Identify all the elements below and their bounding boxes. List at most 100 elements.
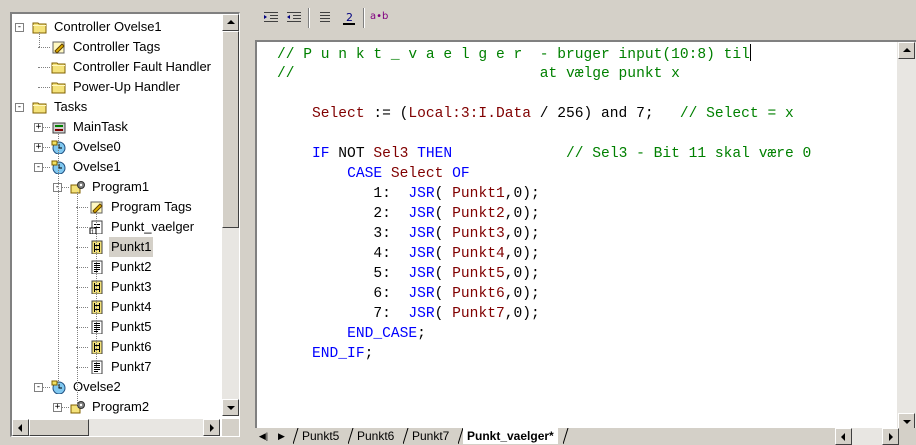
tree-connector [58,132,59,387]
code-text: ( [434,266,453,282]
code-comment: // at vælge punkt x [277,66,680,82]
expand-icon[interactable]: + [34,143,43,152]
code-comment: // P u n k t _ v a e l g e r - bruger in… [277,47,750,63]
code-keyword: IF [312,146,330,162]
arrow-left-icon [841,433,845,441]
collapse-icon[interactable]: - [15,103,24,112]
code-keyword: JSR [408,266,435,282]
tab-punkt5[interactable]: Punkt5 [298,428,343,444]
text-caret [749,44,751,61]
comment-icon [320,12,330,22]
tree-item-label: Controller Fault Handler [73,59,212,74]
code-keyword: OF [452,166,470,182]
tree-vertical-scroll-thumb[interactable] [222,31,239,228]
scroll-right-button[interactable] [203,419,220,436]
tree-connector [96,212,97,367]
code-line[interactable]: 4: JSR( Punkt4,0); [277,244,539,264]
scroll-up-button[interactable] [222,14,239,31]
collapse-icon[interactable]: - [15,23,24,32]
tab-punkt7[interactable]: Punkt7 [408,428,453,444]
code-text: ,0); [504,226,540,242]
scroll-left-button[interactable] [12,419,29,436]
code-area[interactable]: // P u n k t _ v a e l g e r - bruger in… [257,42,897,430]
tree-item-label: Punkt3 [111,279,152,294]
collapse-icon[interactable]: - [34,163,43,172]
tree-item-label: Punkt5 [111,319,152,334]
code-line[interactable]: END_CASE; [277,324,426,344]
horizontal-scroll-track[interactable] [852,428,882,445]
code-line[interactable]: 3: JSR( Punkt3,0); [277,224,540,244]
tree-item-label: Punkt7 [111,359,152,374]
code-text: ,0); [504,286,540,302]
indent-button[interactable] [261,8,281,28]
code-keyword: JSR [408,286,435,302]
expand-icon[interactable]: + [53,403,62,412]
routine-tabs: Punkt5 Punkt6 Punkt7 Punkt_vaelger* [293,428,833,445]
tab-first-button[interactable]: ◀| [257,428,270,445]
ladder-routine-icon [91,300,103,314]
folder-icon [32,22,47,34]
tree-horizontal-scrollbar[interactable] [12,419,220,436]
scroll-up-button[interactable] [898,42,915,59]
code-line[interactable]: 2: JSR( Punkt2,0); [277,204,539,224]
program-icon [70,181,85,194]
outdent-button[interactable] [284,8,304,28]
editor-horizontal-scrollbar[interactable] [835,428,916,445]
code-line[interactable]: 6: JSR( Punkt6,0); [277,284,540,304]
code-text: ; [364,346,374,362]
code-text: ( [434,206,453,222]
code-line[interactable]: CASE Select OF [277,164,470,184]
code-line[interactable]: 5: JSR( Punkt5,0); [277,264,539,284]
code-text: / 256) and 7; [530,106,680,122]
scrollbar-corner [222,419,239,436]
tab-next-button[interactable]: ▶ [275,428,288,445]
ab-button[interactable]: a•b [369,8,391,28]
collapse-icon[interactable]: - [34,383,43,392]
code-keyword: JSR [408,306,435,322]
scroll-down-button[interactable] [222,399,239,416]
code-text: ( [434,226,453,242]
code-line[interactable]: END_IF; [277,344,373,364]
tree-item-label: Controller Tags [73,39,161,54]
code-line[interactable]: // at vælge punkt x [277,64,680,84]
code-text: 6: [277,286,409,302]
uncomment-button[interactable]: 2 [339,8,359,28]
scroll-right-button[interactable] [882,428,899,445]
code-line[interactable]: 7: JSR( Punkt7,0); [277,304,539,324]
code-line[interactable]: Select := (Local:3:I.Data / 256) and 7; … [277,104,794,124]
code-text: 1: [277,186,409,202]
tree-vertical-scrollbar[interactable] [222,14,239,416]
code-text: ; [417,326,426,342]
outdent-icon [287,12,301,22]
ab-icon: a•b [370,11,389,22]
tree-item-label: Punkt_vaelger [111,219,195,234]
tab-punktvaelger[interactable]: Punkt_vaelger* [463,428,558,444]
editor-vertical-scrollbar[interactable] [897,42,916,430]
code-keyword: END_CASE [347,326,418,342]
code-keyword: JSR [408,186,435,202]
st-editor: // P u n k t _ v a e l g e r - bruger in… [255,40,916,430]
tab-punkt6[interactable]: Punkt6 [353,428,398,444]
editor-gutter [257,42,275,430]
tree-item-label: Ovelse1 [73,159,121,174]
code-line[interactable]: IF NOT Sel3 THEN // Sel3 - Bit 11 skal v… [277,144,811,164]
code-line[interactable]: 1: JSR( Punkt1,0); [277,184,539,204]
scroll-left-button[interactable] [835,428,852,445]
toolbar-separator [363,8,365,28]
code-line[interactable]: // P u n k t _ v a e l g e r - bruger in… [277,44,751,64]
comment-button[interactable] [315,8,335,28]
panel-splitter[interactable] [247,0,255,445]
code-keyword: END_IF [312,346,365,362]
expand-icon[interactable]: + [34,123,43,132]
tree-item-label: Punkt4 [111,299,152,314]
st-routine-icon [91,320,103,334]
tree-item-label: Power-Up Handler [73,79,180,94]
arrow-up-icon [903,48,911,52]
main-routine-icon: 1 [89,220,103,234]
code-tag: Punkt1 [452,186,505,202]
periodic-task-icon [51,160,66,174]
tree-horizontal-scroll-thumb[interactable] [29,419,89,436]
